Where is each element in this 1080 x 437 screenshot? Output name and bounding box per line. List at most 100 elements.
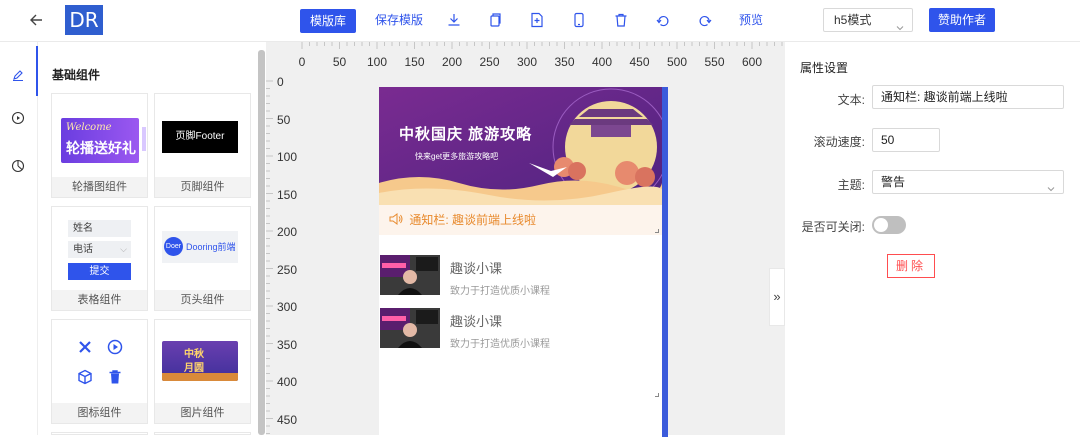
theme-select[interactable]: 警告	[872, 170, 1064, 194]
notice-bar[interactable]: 通知栏: 趣谈前端上线啦	[379, 205, 662, 235]
chevron-down-icon	[1047, 178, 1055, 200]
phone-preview[interactable]: 中秋国庆 旅游攻略 快来get更多旅游攻略吧 通知栏: 趣谈前端上线啦 趣谈小课…	[379, 87, 662, 437]
carousel-component-card[interactable]: Welcome 轮播送好礼 轮播图组件	[51, 93, 148, 198]
ruler-y-label: 100	[277, 150, 298, 164]
box-icon	[77, 369, 93, 388]
course-item[interactable]: 趣谈小课 致力于打造优质小课程	[379, 255, 662, 303]
ruler-x-label: 0	[298, 55, 306, 69]
theme-select-value: 警告	[881, 175, 906, 189]
header-component-card[interactable]: Doer Dooring前端 页头组件	[154, 206, 251, 311]
ruler-x-label: 50	[332, 55, 347, 69]
selection-edge	[662, 87, 668, 437]
header-preview-text: Dooring前端	[186, 242, 236, 252]
save-template-button[interactable]: 保存模版	[375, 8, 423, 32]
template-library-button[interactable]: 模版库	[300, 9, 356, 33]
redo-icon[interactable]	[697, 12, 713, 28]
sound-icon	[389, 206, 403, 236]
play-circle-icon[interactable]	[11, 111, 25, 125]
course-item[interactable]: 趣谈小课 致力于打造优质小课程	[379, 308, 662, 356]
ruler-y-label: 300	[277, 300, 298, 314]
header-preview: Doer Dooring前端	[162, 231, 238, 263]
download-icon[interactable]	[446, 12, 462, 28]
file-add-icon[interactable]	[529, 12, 545, 28]
ruler-x-label: 500	[666, 55, 688, 69]
notice-text: 通知栏: 趣谈前端上线啦	[409, 213, 537, 227]
undo-icon[interactable]	[655, 12, 671, 28]
form-preview-phone: 电话 ⌵	[68, 241, 131, 258]
form-component-card[interactable]: 姓名 电话 ⌵ 提交 表格组件	[51, 206, 148, 311]
collapse-panel-button[interactable]: »	[769, 268, 785, 326]
sponsor-button[interactable]: 赞助作者	[929, 8, 995, 32]
trash-icon	[107, 369, 123, 388]
ruler-vertical: 0 50 100 150 200 250 300 350 400 450	[266, 70, 298, 435]
tools-icon	[77, 339, 93, 358]
mode-select[interactable]: h5模式	[823, 8, 913, 32]
panel-title: 基础组件	[52, 68, 101, 82]
logo: DR	[65, 5, 103, 35]
ruler-x-label: 550	[704, 55, 725, 69]
ruler-y-label: 450	[277, 412, 298, 427]
theme-label: 主题:	[837, 178, 865, 192]
form-preview-phone-label: 电话	[73, 244, 93, 255]
card-caption: 图片组件	[155, 403, 250, 423]
ruler-x-label: 300	[516, 55, 538, 69]
component-panel: 基础组件 Welcome 轮播送好礼 轮播图组件 页脚Footer 页脚组件 姓…	[38, 42, 258, 435]
carousel-preview-next	[142, 127, 146, 151]
image-preview-text1: 中秋	[184, 349, 204, 360]
ruler-x-label: 200	[441, 55, 463, 69]
ruler-vertical-ticks	[266, 80, 273, 434]
card-caption: 图标组件	[52, 403, 147, 423]
ruler-x-label: 450	[629, 55, 650, 69]
properties-title: 属性设置	[800, 61, 849, 75]
speed-input[interactable]: 50	[872, 128, 940, 152]
delete-icon[interactable]	[613, 12, 629, 28]
chevron-down-icon	[896, 17, 904, 31]
carousel-preview-script: Welcome	[66, 122, 112, 133]
footer-component-card[interactable]: 页脚Footer 页脚组件	[154, 93, 251, 198]
ruler-y-label: 150	[277, 187, 298, 202]
ruler-x-label: 400	[591, 55, 613, 69]
play-circle-icon	[107, 339, 123, 358]
header-preview-badge: Doer	[164, 237, 183, 256]
ruler-horizontal-ticks	[301, 42, 783, 49]
delete-button[interactable]: 删除	[887, 254, 935, 278]
panel-scrollbar[interactable]	[258, 50, 265, 435]
closable-label: 是否可关闭:	[801, 220, 865, 234]
ruler-x-label: 100	[366, 55, 388, 69]
banner-title: 中秋国庆 旅游攻略	[399, 126, 533, 143]
carousel-banner[interactable]: 中秋国庆 旅游攻略 快来get更多旅游攻略吧	[379, 87, 662, 205]
canvas-area: 0 50 100 150 200 250 300 350 400 450 500 550 600 0 50…	[266, 42, 785, 437]
copy-icon[interactable]	[487, 12, 503, 28]
ruler-y-label: 350	[277, 337, 298, 352]
mobile-icon[interactable]	[571, 12, 587, 28]
card-caption: 轮播图组件	[52, 177, 147, 197]
banner-subtitle: 快来get更多旅游攻略吧	[415, 152, 499, 161]
ruler-x-label: 150	[404, 55, 425, 69]
ruler-y-label: 400	[277, 375, 298, 389]
chevron-down-icon: ⌵	[120, 244, 127, 254]
card-caption: 表格组件	[52, 290, 147, 310]
closable-switch[interactable]	[872, 216, 906, 234]
course-thumbnail	[380, 255, 440, 295]
back-arrow-icon[interactable]	[28, 10, 44, 30]
resize-handle[interactable]	[655, 393, 659, 397]
carousel-preview-text: 轮播送好礼	[66, 140, 136, 156]
ruler-y-label: 200	[277, 225, 298, 239]
preview-button[interactable]: 预览	[739, 8, 763, 32]
left-icon-rail	[0, 42, 38, 435]
carousel-preview: Welcome 轮播送好礼	[61, 118, 139, 163]
course-thumbnail	[380, 308, 440, 348]
image-component-card[interactable]: 中秋 月圆 图片组件	[154, 319, 251, 424]
edit-icon[interactable]	[11, 68, 25, 82]
course-title: 趣谈小课	[450, 314, 503, 329]
icon-component-card[interactable]: 图标组件	[51, 319, 148, 424]
course-subtitle: 致力于打造优质小课程	[450, 339, 550, 350]
ruler-horizontal: 0 50 100 150 200 250 300 350 400 450 500 550 600	[266, 42, 785, 70]
pie-chart-icon[interactable]	[11, 159, 25, 173]
ruler-y-label: 0	[277, 75, 284, 89]
text-input[interactable]: 通知栏: 趣谈前端上线啦	[872, 85, 1064, 109]
form-preview-submit: 提交	[68, 263, 131, 280]
resize-handle[interactable]	[655, 229, 659, 233]
ruler-y-label: 250	[277, 262, 298, 277]
course-title: 趣谈小课	[450, 261, 503, 276]
